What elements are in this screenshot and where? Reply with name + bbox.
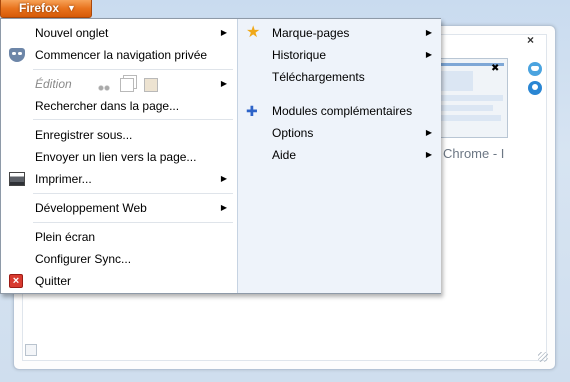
menu-item-help[interactable]: Aide ▶ xyxy=(238,145,442,165)
menu-item-bookmarks[interactable]: ★ Marque-pages ▶ xyxy=(238,23,442,43)
menu-item-label: Configurer Sync... xyxy=(35,252,132,266)
menu-separator xyxy=(33,119,233,120)
submenu-arrow-icon: ▶ xyxy=(425,128,432,137)
menu-item-fullscreen[interactable]: Plein écran xyxy=(1,227,237,247)
menu-item-label: Plein écran xyxy=(35,230,96,244)
menu-item-label: Options xyxy=(272,126,314,140)
thumbnail-label: Chrome - I xyxy=(443,146,505,161)
printer-icon xyxy=(9,172,25,186)
private-mask-icon xyxy=(9,48,25,62)
menu-item-label: Commencer la navigation privée xyxy=(35,48,208,62)
twitter-icon[interactable] xyxy=(528,62,542,76)
quit-icon: × xyxy=(9,274,23,288)
menu-item-send-link[interactable]: Envoyer un lien vers la page... xyxy=(1,147,237,167)
copy-icon[interactable] xyxy=(120,77,135,92)
submenu-arrow-icon: ▶ xyxy=(425,150,432,159)
menu-item-private-browsing[interactable]: Commencer la navigation privée xyxy=(1,45,237,65)
submenu-arrow-icon: ▶ xyxy=(220,79,227,88)
menu-item-options[interactable]: Options ▶ xyxy=(238,123,442,143)
menu-item-new-tab[interactable]: Nouvel onglet ▶ xyxy=(1,23,237,43)
menu-item-sync[interactable]: Configurer Sync... xyxy=(1,249,237,269)
menu-item-label: Historique xyxy=(272,48,327,62)
thumbnail-close-icon[interactable]: ✖ xyxy=(491,63,499,74)
edit-tools xyxy=(97,74,164,94)
submenu-arrow-icon: ▶ xyxy=(220,28,227,37)
menu-separator xyxy=(33,193,233,194)
paste-icon[interactable] xyxy=(143,77,158,92)
menu-item-find[interactable]: Rechercher dans la page... xyxy=(1,96,237,116)
submenu-arrow-icon: ▶ xyxy=(220,203,227,212)
menu-item-label: Modules complémentaires xyxy=(272,104,413,118)
menu-separator xyxy=(33,69,233,70)
menu-item-history[interactable]: Historique ▶ xyxy=(238,45,442,65)
star-icon: ★ xyxy=(246,24,261,41)
menu-item-label: Rechercher dans la page... xyxy=(35,99,180,113)
menu-item-label: Aide xyxy=(272,148,297,162)
menu-item-save-as[interactable]: Enregistrer sous... xyxy=(1,125,237,145)
menu-item-label: Quitter xyxy=(35,274,72,288)
menu-item-addons[interactable]: ✚ Modules complémentaires xyxy=(238,101,442,121)
new-tab-icon[interactable] xyxy=(25,344,37,356)
menu-item-label: Envoyer un lien vers la page... xyxy=(35,150,197,164)
cut-icon[interactable] xyxy=(97,77,111,92)
menu-item-downloads[interactable]: Téléchargements xyxy=(238,67,442,87)
menu-item-edit: Édition ▶ xyxy=(1,74,237,94)
menu-item-web-dev[interactable]: Développement Web ▶ xyxy=(1,198,237,218)
menu-item-label: Développement Web xyxy=(35,201,147,215)
menu-item-label: Nouvel onglet xyxy=(35,26,109,40)
submenu-arrow-icon: ▶ xyxy=(425,50,432,59)
person-icon[interactable] xyxy=(528,81,542,95)
menu-item-label: Enregistrer sous... xyxy=(35,128,133,142)
firefox-button-label: Firefox xyxy=(19,1,60,15)
firefox-app-button[interactable]: Firefox ▼ xyxy=(0,0,92,18)
puzzle-icon: ✚ xyxy=(246,103,258,119)
menu-item-quit[interactable]: × Quitter xyxy=(1,271,237,291)
chevron-down-icon: ▼ xyxy=(67,3,76,13)
submenu-arrow-icon: ▶ xyxy=(220,174,227,183)
menu-item-label: Marque-pages xyxy=(272,26,350,40)
menu-item-label: Téléchargements xyxy=(272,70,365,84)
menu-item-label: Édition xyxy=(35,77,72,91)
menu-right-column: ★ Marque-pages ▶ Historique ▶ Télécharge… xyxy=(237,19,441,293)
submenu-arrow-icon: ▶ xyxy=(425,28,432,37)
menu-left-column: Nouvel onglet ▶ Commencer la navigation … xyxy=(1,19,237,293)
close-icon[interactable]: × xyxy=(527,33,534,47)
resize-grip-icon[interactable] xyxy=(538,352,548,362)
menu-item-label: Imprimer... xyxy=(35,172,92,186)
menu-separator xyxy=(33,222,233,223)
firefox-app-menu: Nouvel onglet ▶ Commencer la navigation … xyxy=(0,18,441,294)
menu-item-print[interactable]: Imprimer... ▶ xyxy=(1,169,237,189)
